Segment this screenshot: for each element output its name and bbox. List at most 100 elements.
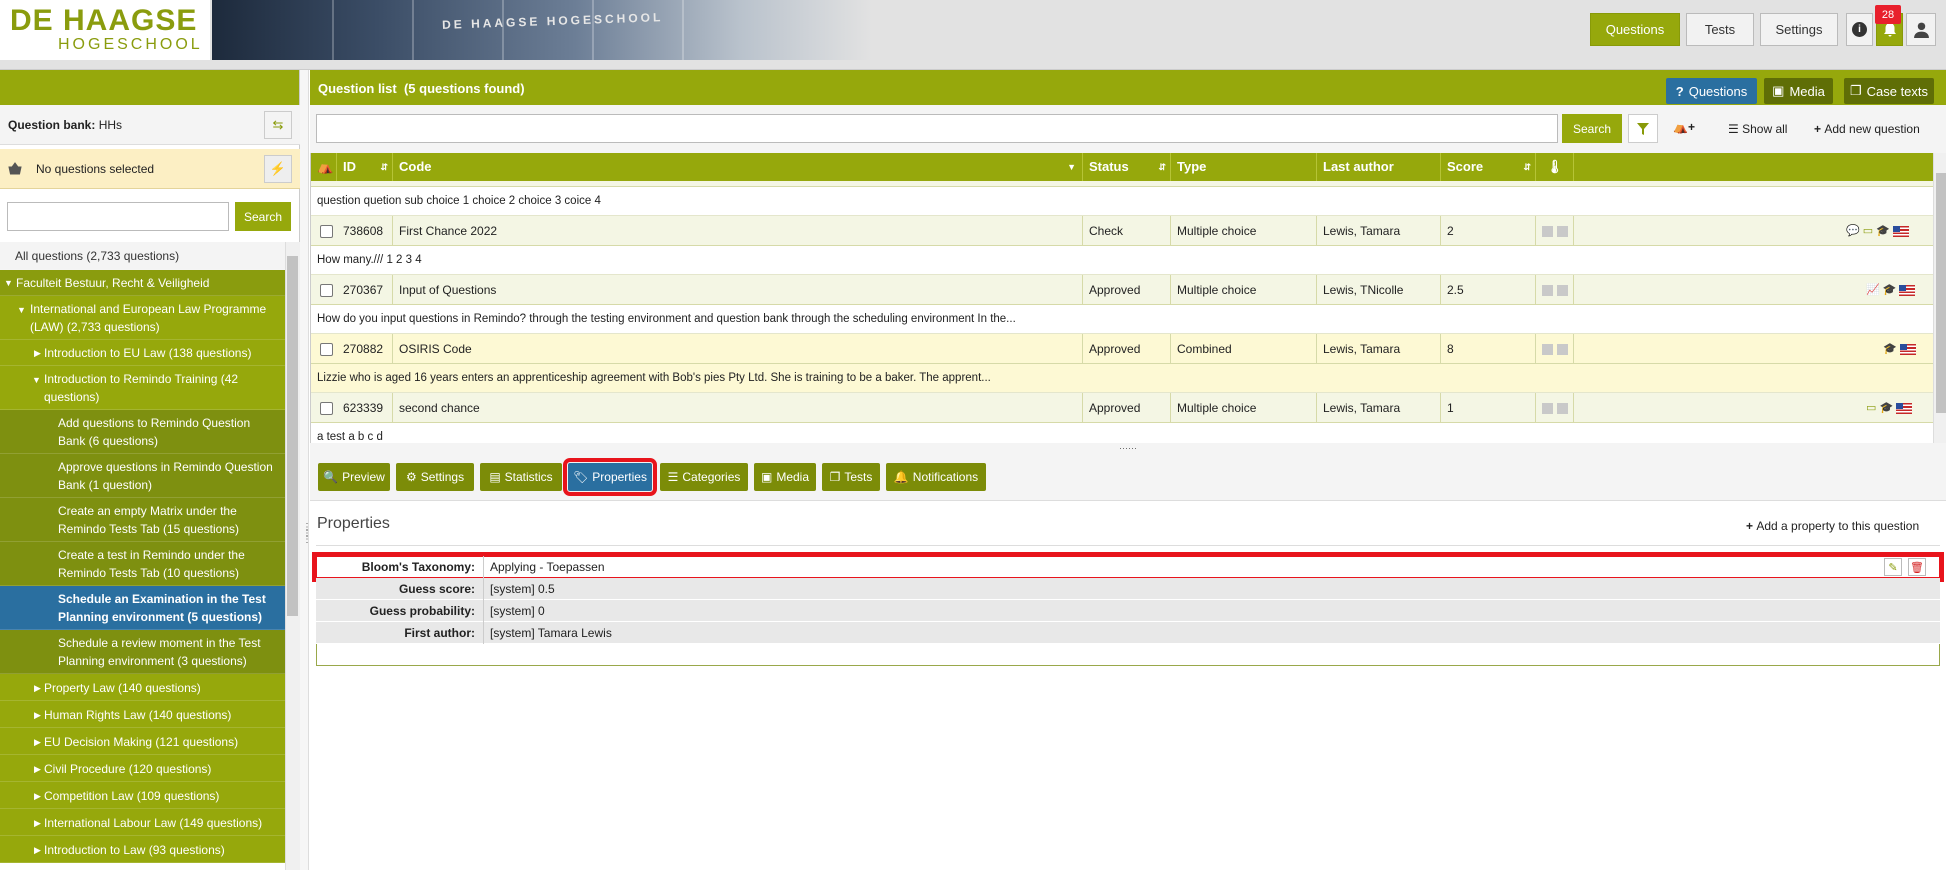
- nav-tests[interactable]: Tests: [1686, 13, 1754, 46]
- tab-statistics[interactable]: ▤ Statistics: [480, 463, 562, 491]
- tree-item-international-labour-law[interactable]: ▶ International Labour Law (149 questions…: [0, 809, 285, 836]
- tab-notifications[interactable]: 🔔 Notifications: [886, 463, 986, 491]
- filter-button[interactable]: [1628, 114, 1658, 143]
- tree-item-create-test[interactable]: Create a test in Remindo under the Remin…: [0, 542, 285, 586]
- nav-settings[interactable]: Settings: [1760, 13, 1838, 46]
- tab-preview[interactable]: 🔍 Preview: [318, 463, 390, 491]
- grid-scrollbar-thumb[interactable]: [1936, 173, 1946, 413]
- tree-item-approve-questions[interactable]: Approve questions in Remindo Question Ba…: [0, 454, 285, 498]
- tree-item-faculty[interactable]: ▼ Faculteit Bestuur, Recht & Veiligheid: [0, 270, 285, 296]
- property-row-guess-probability: Guess probability: [system] 0: [316, 600, 1940, 622]
- info-button[interactable]: i: [1846, 13, 1873, 46]
- question-bank-sidebar: Question bank: HHs ⇆ No questions select…: [0, 70, 300, 870]
- column-header-score[interactable]: Score ⇵: [1441, 153, 1536, 181]
- row-indicator-icons: ▭ 🎓: [1866, 393, 1913, 423]
- switch-bank-button[interactable]: ⇆: [264, 111, 292, 139]
- nav-questions[interactable]: Questions: [1590, 13, 1680, 46]
- media-view-button[interactable]: ▣ Media: [1764, 78, 1833, 104]
- property-row-blooms-taxonomy[interactable]: Bloom's Taxonomy: Applying - Toepassen ✎…: [312, 552, 1944, 582]
- edit-property-button[interactable]: ✎: [1884, 558, 1902, 576]
- copy-icon: ❐: [829, 470, 841, 484]
- tree-item-law-programme[interactable]: ▼ International and European Law Programm…: [0, 296, 285, 340]
- tree-item-add-questions[interactable]: Add questions to Remindo Question Bank (…: [0, 410, 285, 454]
- case-texts-view-button[interactable]: ❐ Case texts: [1844, 78, 1934, 104]
- cell-status-squares: [1536, 393, 1574, 423]
- column-header-id[interactable]: ID ⇵: [337, 153, 393, 181]
- basket-action-button[interactable]: ⚡: [264, 155, 292, 183]
- tree-item-civil-procedure[interactable]: ▶ Civil Procedure (120 questions): [0, 755, 285, 782]
- tree-item-remindo-training[interactable]: ▼ Introduction to Remindo Training (42 qu…: [0, 366, 285, 410]
- tree-item-schedule-review[interactable]: Schedule a review moment in the Test Pla…: [0, 630, 285, 674]
- tree-item-all-questions[interactable]: All questions (2,733 questions): [0, 242, 285, 270]
- show-all-button[interactable]: ☰ Show all: [1728, 122, 1787, 136]
- add-to-basket-button[interactable]: ⛺+: [1673, 120, 1695, 134]
- tree-item-eu-decision-making[interactable]: ▶ EU Decision Making (121 questions): [0, 728, 285, 755]
- logo-line1: DE HAAGSE: [10, 4, 198, 37]
- cell-status-squares: [1536, 275, 1574, 305]
- sidebar-search-input[interactable]: [7, 202, 229, 231]
- property-value: Applying - Toepassen: [490, 560, 605, 574]
- trash-icon: 🗑: [1910, 561, 1924, 574]
- property-value: [system] 0: [490, 604, 545, 618]
- question-circle-icon: ?: [1675, 83, 1684, 99]
- tree-item-human-rights-law[interactable]: ▶ Human Rights Law (140 questions): [0, 701, 285, 728]
- plus-icon: +: [1746, 519, 1757, 533]
- tab-media[interactable]: ▣ Media: [754, 463, 816, 491]
- question-list-header: Question list (5 questions found) ? Quest…: [310, 70, 1946, 105]
- tree-scrollbar-thumb[interactable]: [287, 256, 298, 616]
- row-checkbox[interactable]: [320, 284, 333, 297]
- tab-tests[interactable]: ❐ Tests: [822, 463, 880, 491]
- tree-item-introduction-to-law[interactable]: ▶ Introduction to Law (93 questions): [0, 836, 285, 863]
- column-header-temperature[interactable]: 🌡: [1536, 153, 1574, 181]
- tree-item-property-law[interactable]: ▶ Property Law (140 questions): [0, 674, 285, 701]
- row-description: How many./// 1 2 3 4: [311, 246, 1933, 275]
- cell-status: Check: [1083, 216, 1171, 246]
- camera-icon: ▣: [760, 470, 773, 484]
- column-header-status[interactable]: Status ⇵: [1083, 153, 1171, 181]
- tab-settings[interactable]: ⚙ Settings: [396, 463, 474, 491]
- table-row[interactable]: 738608 First Chance 2022 Check Multiple …: [311, 216, 1933, 246]
- tree-item-schedule-examination[interactable]: Schedule an Examination in the Test Plan…: [0, 586, 285, 630]
- selection-basket-bar: No questions selected ⚡: [0, 149, 300, 189]
- tab-categories[interactable]: ☰ Categories: [660, 463, 748, 491]
- table-row[interactable]: 623339 second chance Approved Multiple c…: [311, 393, 1933, 423]
- row-checkbox[interactable]: [320, 225, 333, 238]
- table-row[interactable]: 270882 OSIRIS Code Approved Combined Lew…: [311, 334, 1933, 364]
- cell-status-squares: [1536, 216, 1574, 246]
- question-search-button[interactable]: Search: [1562, 114, 1622, 143]
- detail-tabs: 🔍 Preview ⚙ Settings ▤ Statistics 🏷 Properti…: [310, 453, 1946, 501]
- user-menu-button[interactable]: [1906, 13, 1936, 46]
- table-row[interactable]: 270367 Input of Questions Approved Multi…: [311, 275, 1933, 305]
- cell-code: Input of Questions: [393, 275, 1083, 305]
- column-header-last-author[interactable]: Last author: [1317, 153, 1441, 181]
- row-checkbox[interactable]: [320, 402, 333, 415]
- question-search-input[interactable]: [316, 114, 1558, 143]
- category-tree: All questions (2,733 questions) ▼ Faculte…: [0, 242, 285, 870]
- lightning-icon: ⚡: [269, 161, 287, 176]
- column-header-code[interactable]: Code ▼: [393, 153, 1083, 181]
- info-icon: i: [1852, 22, 1867, 37]
- grid-scrollbar[interactable]: [1933, 153, 1946, 443]
- delete-property-button[interactable]: 🗑: [1908, 558, 1926, 576]
- column-header-type[interactable]: Type: [1171, 153, 1317, 181]
- property-value: [system] 0.5: [490, 582, 555, 596]
- tree-item-competition-law[interactable]: ▶ Competition Law (109 questions): [0, 782, 285, 809]
- thermometer-icon: 🌡: [1546, 159, 1563, 174]
- graduation-cap-icon: 🎓: [1883, 343, 1897, 355]
- tab-properties[interactable]: 🏷 Properties: [563, 458, 657, 496]
- add-new-question-button[interactable]: + Add new question: [1814, 122, 1920, 136]
- tree-item-eu-law[interactable]: ▶ Introduction to EU Law (138 questions): [0, 340, 285, 366]
- sidebar-resize-handle[interactable]: ⋮ ⋮ ⋮: [300, 70, 312, 870]
- sidebar-search-button[interactable]: Search: [235, 202, 291, 231]
- add-property-button[interactable]: + Add a property to this question: [1746, 519, 1919, 533]
- panel-resize-handle[interactable]: ⋯⋯: [310, 443, 1946, 453]
- cell-id: 738608: [337, 216, 393, 246]
- row-checkbox[interactable]: [320, 343, 333, 356]
- basket-column-header[interactable]: ⛺: [311, 153, 337, 181]
- tree-item-create-matrix[interactable]: Create an empty Matrix under the Remindo…: [0, 498, 285, 542]
- plus-icon: +: [1814, 122, 1825, 136]
- row-indicator-icons: 🎓: [1883, 334, 1916, 364]
- properties-title: Properties: [317, 515, 390, 532]
- haagse-hogeschool-logo[interactable]: DE HAAGSE HOGESCHOOL: [0, 0, 210, 60]
- questions-view-button[interactable]: ? Questions: [1666, 78, 1757, 104]
